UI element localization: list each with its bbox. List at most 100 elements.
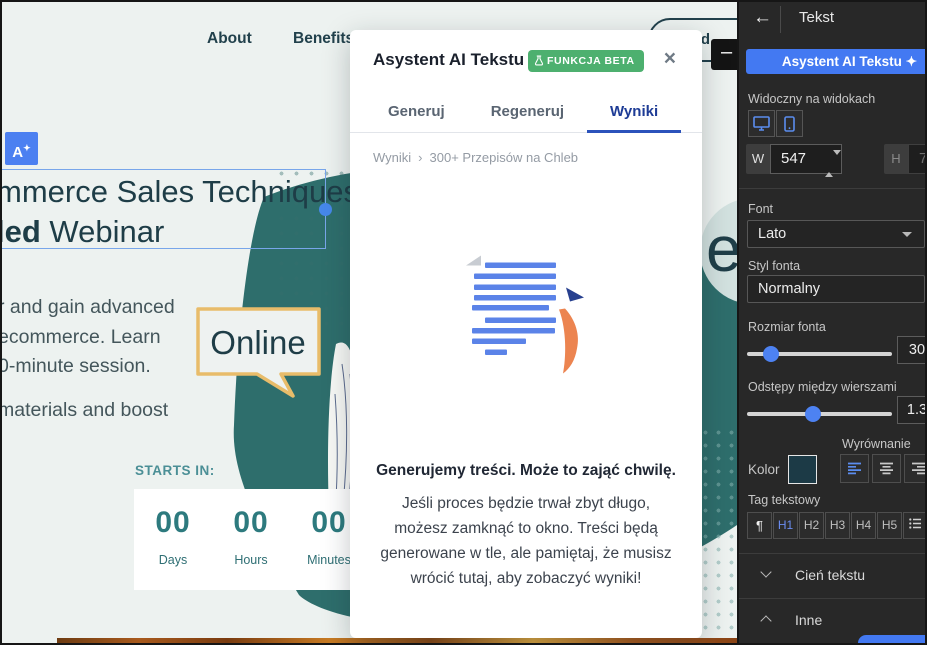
align-center-button[interactable] xyxy=(872,454,901,483)
countdown-card: 00 Days 00 Hours 00 Minutes xyxy=(134,489,376,590)
font-size-slider[interactable] xyxy=(747,352,892,356)
flask-icon xyxy=(534,55,544,66)
line-spacing-slider-thumb[interactable] xyxy=(805,406,821,422)
font-style-select[interactable]: Normalny xyxy=(747,275,925,303)
online-speech-bubble: Online xyxy=(195,306,323,402)
align-left-button[interactable] xyxy=(840,454,869,483)
paragraph-line: materials and boost xyxy=(2,396,175,426)
paragraph-line: r and gain advanced xyxy=(2,293,175,323)
hero-heading-line2-rest: Webinar xyxy=(41,214,165,249)
chevron-up-icon xyxy=(760,615,771,626)
hero-heading[interactable]: mmerce Sales Techniques led Webinar xyxy=(2,172,359,252)
tag-paragraph-button[interactable]: ¶ xyxy=(747,512,772,539)
beta-badge: FUNKCJA BETA xyxy=(528,50,644,72)
color-label: Kolor xyxy=(748,462,780,477)
width-input[interactable]: 547 xyxy=(770,144,842,174)
height-input-disabled: 78 xyxy=(908,144,925,174)
line-spacing-slider[interactable] xyxy=(747,412,892,416)
beta-badge-label: FUNKCJA BETA xyxy=(547,55,635,67)
tag-h1-button[interactable]: H1 xyxy=(773,512,798,539)
status-line: Jeśli proces będzie trwał zbyt długo, xyxy=(350,491,702,516)
nav-item-about[interactable]: About xyxy=(207,30,252,48)
header-divider xyxy=(780,6,781,33)
document-generation-illustration xyxy=(426,230,626,385)
breadcrumb-current: 300+ Przepisów na Chleb xyxy=(430,150,579,165)
width-stepper[interactable] xyxy=(825,150,834,178)
status-title: Generujemy treści. Może to zająć chwilę. xyxy=(350,462,702,480)
width-label: W xyxy=(746,144,770,174)
countdown-title: STARTS IN: xyxy=(135,463,215,478)
hero-paragraph[interactable]: r and gain advanced ecommerce. Learn 0-m… xyxy=(2,293,175,425)
font-style-value: Normalny xyxy=(758,281,820,297)
text-tag-label: Tag tekstowy xyxy=(748,493,820,507)
section-other-label: Inne xyxy=(795,612,822,628)
line-spacing-value[interactable]: 1.3 xyxy=(897,396,925,424)
tag-h2-button[interactable]: H2 xyxy=(799,512,824,539)
height-label: H xyxy=(884,144,908,174)
stepper-up-icon[interactable] xyxy=(825,155,833,177)
align-right-icon xyxy=(911,462,925,475)
font-size-value[interactable]: 30 xyxy=(897,336,925,364)
hero-heading-line2: led Webinar xyxy=(2,212,359,252)
tag-h3-button[interactable]: H3 xyxy=(825,512,850,539)
visibility-label: Widoczny na widokach xyxy=(748,92,875,106)
ai-assistant-button[interactable]: Asystent AI Tekstu ✦ xyxy=(746,49,925,74)
chevron-down-icon xyxy=(760,566,771,577)
line-spacing-label: Odstępy między wierszami xyxy=(748,380,897,394)
breadcrumb-root[interactable]: Wyniki xyxy=(373,150,411,165)
chevron-right-icon: › xyxy=(418,150,422,165)
status-message: Jeśli proces będzie trwał zbyt długo, mo… xyxy=(350,491,702,591)
tag-h4-button[interactable]: H4 xyxy=(851,512,876,539)
status-line: możesz zamknąć to okno. Treści będą xyxy=(350,516,702,541)
align-center-icon xyxy=(879,462,894,475)
align-left-icon xyxy=(847,462,862,475)
ai-assistant-button-label: Asystent AI Tekstu xyxy=(782,54,902,69)
tab-wyniki[interactable]: Wyniki xyxy=(587,102,681,133)
font-size-label: Rozmiar fonta xyxy=(748,320,826,334)
countdown-days: 00 Days xyxy=(134,506,212,590)
tab-generuj[interactable]: Generuj xyxy=(365,102,468,133)
monitor-icon xyxy=(753,116,770,131)
stepper-down-icon[interactable] xyxy=(833,150,841,172)
tag-list-button[interactable] xyxy=(903,512,925,539)
width-value: 547 xyxy=(781,150,806,167)
height-value: 78 xyxy=(919,150,925,167)
hero-heading-line1: mmerce Sales Techniques xyxy=(2,172,359,212)
section-divider xyxy=(739,188,925,189)
hidden-button-edge[interactable] xyxy=(858,635,925,643)
font-style-label: Styl fonta xyxy=(748,259,800,273)
list-icon xyxy=(909,518,922,529)
online-label: Online xyxy=(210,324,305,361)
back-arrow-icon[interactable]: ← xyxy=(753,7,772,29)
paragraph-line: 0-minute session. xyxy=(2,352,175,382)
font-size-slider-thumb[interactable] xyxy=(763,346,779,362)
sparkle-icon: ✦ xyxy=(906,54,917,69)
tag-h5-button[interactable]: H5 xyxy=(877,512,902,539)
align-right-button[interactable] xyxy=(904,454,925,483)
countdown-hours-label: Hours xyxy=(212,553,290,567)
panel-title: Tekst xyxy=(799,9,834,26)
font-label: Font xyxy=(748,202,773,216)
countdown-days-value: 00 xyxy=(134,506,212,540)
desktop-visibility-toggle[interactable] xyxy=(748,110,775,137)
breadcrumb: Wyniki › 300+ Przepisów na Chleb xyxy=(373,150,578,165)
text-color-swatch[interactable] xyxy=(788,455,817,484)
font-select[interactable]: Lato xyxy=(747,220,925,248)
countdown-hours-value: 00 xyxy=(212,506,290,540)
hero-heading-line2-bold: led xyxy=(2,214,41,249)
alignment-label: Wyrównanie xyxy=(842,437,911,451)
mobile-visibility-toggle[interactable] xyxy=(776,110,803,137)
minimize-button[interactable]: – xyxy=(711,39,737,70)
countdown-days-label: Days xyxy=(134,553,212,567)
tab-regeneruj[interactable]: Regeneruj xyxy=(468,102,587,133)
section-text-shadow-label: Cień tekstu xyxy=(795,567,865,583)
section-text-shadow[interactable]: Cień tekstu xyxy=(739,554,925,598)
sparkle-icon: ✦ xyxy=(23,143,31,153)
countdown-hours: 00 Hours xyxy=(212,506,290,590)
nav-item-benefits[interactable]: Benefits xyxy=(293,30,354,48)
modal-tabs: Generuj Regeneruj Wyniki xyxy=(350,102,702,133)
app-window: e About Benefits ad – A✦ mmerce Sales Te… xyxy=(0,0,927,645)
close-icon[interactable]: × xyxy=(664,48,676,70)
ai-text-chip-button[interactable]: A✦ xyxy=(5,132,38,165)
status-line: wrócić tutaj, aby zobaczyć wyniki! xyxy=(350,566,702,591)
